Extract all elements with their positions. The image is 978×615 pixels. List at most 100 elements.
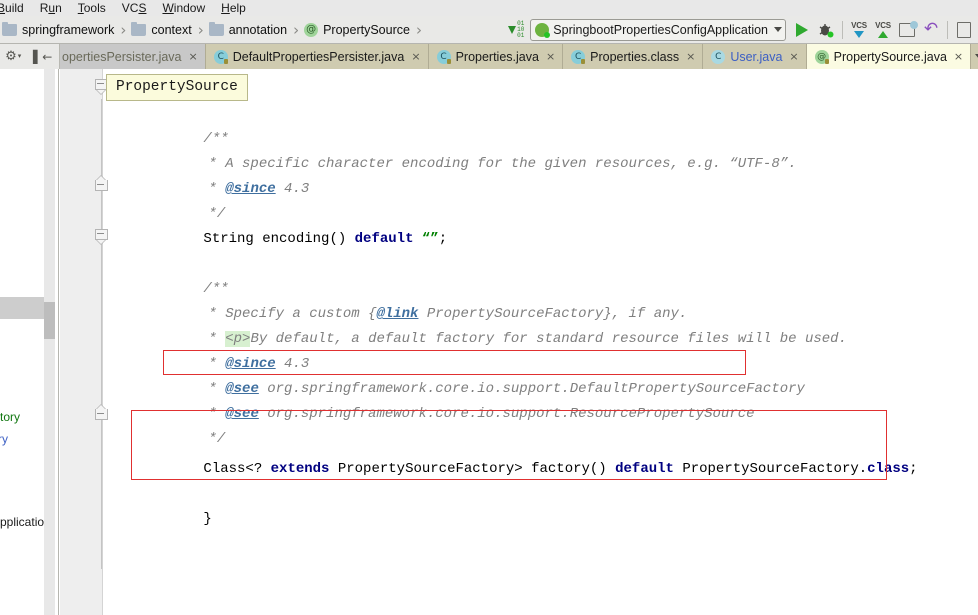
class-file-icon: C: [213, 49, 228, 64]
folder-icon: [2, 21, 17, 36]
code-line: /**: [153, 252, 228, 297]
project-tree-item[interactable]: Applicatio: [0, 515, 44, 529]
editor-tab-4[interactable]: C User.java ×: [703, 44, 807, 69]
run-button[interactable]: [791, 19, 813, 41]
vcs-commit-button[interactable]: VCS: [872, 19, 894, 41]
editor-tab-3[interactable]: C Properties.class ×: [563, 44, 704, 69]
breadcrumb-label: context: [151, 22, 192, 37]
editor-tab-label: Properties.java: [455, 49, 539, 64]
column-button[interactable]: [953, 19, 975, 41]
editor-tab-label: User.java: [730, 49, 783, 64]
menu-item-build[interactable]: Build: [0, 0, 33, 16]
project-panel-scrollbar[interactable]: [44, 69, 55, 615]
menu-item-help[interactable]: Help: [221, 0, 255, 16]
code-line: * @see org.springframework.core.io.suppo…: [158, 352, 805, 397]
tab-gutter-tools: ⚙ ▾ ▌←: [0, 44, 60, 69]
close-icon[interactable]: ×: [954, 51, 963, 62]
breadcrumb-separator: ›: [415, 20, 422, 39]
menu-item-build-label: uild: [5, 1, 24, 15]
editor-tab-1[interactable]: C DefaultPropertiesPersister.java ×: [205, 44, 429, 69]
breadcrumb-item-springframework[interactable]: springframework: [2, 16, 114, 44]
code-editor[interactable]: /** * A specific character encoding for …: [60, 69, 978, 615]
menu-item-vcs[interactable]: VCS: [122, 0, 156, 16]
editor-tab-label: Properties.class: [590, 49, 680, 64]
editor-gutter[interactable]: [60, 69, 108, 615]
close-icon[interactable]: ×: [189, 51, 198, 62]
debug-icon: [819, 23, 834, 37]
breadcrumb-separator: ›: [197, 20, 204, 39]
run-configuration-selector[interactable]: SpringbootPropertiesConfigApplication: [530, 18, 786, 41]
code-text-area[interactable]: /** * A specific character encoding for …: [104, 69, 978, 615]
editor-tab-5[interactable]: @ PropertySource.java ×: [806, 44, 972, 69]
folder-icon: [131, 21, 147, 36]
collapse-all-icon[interactable]: ▌←: [33, 50, 52, 64]
breadcrumb-item-propertysource[interactable]: @ PropertySource: [304, 16, 410, 44]
keyword-class: class: [867, 461, 910, 477]
fold-region-line: [101, 99, 102, 569]
revert-undo-icon: ↶: [923, 19, 939, 39]
class-file-icon: C: [571, 49, 586, 64]
vcs-update-button[interactable]: VCS: [848, 19, 870, 41]
code-span: PropertySourceFactory> factory(): [329, 461, 616, 477]
arrow-down-icon: [854, 30, 864, 38]
code-line: * @since 4.3: [158, 327, 309, 372]
code-line: /**: [153, 102, 228, 147]
close-icon[interactable]: ×: [789, 51, 798, 62]
toolbar-divider: [947, 20, 948, 39]
code-line: * Specify a custom {@link PropertySource…: [158, 277, 687, 322]
editor-tab-bar: ⚙ ▾ ▌← opertiesPersister.java × C Default…: [0, 44, 978, 69]
code-line: * @see org.springframework.core.io.suppo…: [158, 377, 754, 422]
debug-button[interactable]: [815, 19, 837, 41]
project-tree-item[interactable]: ctory: [0, 432, 8, 446]
arrow-up-icon: [878, 30, 888, 38]
annotation-file-icon: @: [814, 49, 829, 64]
project-panel-divider[interactable]: [55, 69, 59, 615]
javadoc-tag-since[interactable]: @since: [225, 181, 275, 197]
keyword-default: default: [354, 231, 414, 247]
code-span: [413, 231, 421, 247]
toolbar-divider: [842, 20, 843, 39]
class-file-icon: C: [436, 49, 451, 64]
project-tree-item[interactable]: Factory: [0, 410, 20, 424]
code-span: org.springframework.core.io.support.Reso…: [258, 406, 755, 422]
class-file-icon: C: [711, 49, 726, 64]
revert-button[interactable]: ↶: [920, 19, 942, 41]
close-icon[interactable]: ×: [546, 51, 555, 62]
menu-item-run[interactable]: Run: [40, 0, 71, 16]
menu-item-tools[interactable]: Tools: [78, 0, 115, 16]
breadcrumb-item-context[interactable]: context: [131, 16, 192, 44]
tab-overflow-button[interactable]: [971, 44, 978, 69]
code-line: * @since 4.3: [158, 152, 309, 197]
chevron-down-icon[interactable]: [774, 27, 782, 32]
javadoc-tag-see[interactable]: @see: [225, 406, 259, 422]
show-diff-button[interactable]: [896, 19, 918, 41]
compile-binary-icon[interactable]: 01 10 01: [505, 19, 527, 41]
breadcrumb: springframework › context › annotation ›…: [0, 16, 427, 44]
editor-tab-label: DefaultPropertiesPersister.java: [232, 49, 405, 64]
editor-tab-2[interactable]: C Properties.java ×: [428, 44, 564, 69]
code-span: By default, a default factory for standa…: [250, 331, 847, 347]
code-span: ;: [438, 231, 448, 247]
code-line: */: [158, 402, 225, 447]
gear-icon[interactable]: ⚙ ▾: [5, 50, 21, 63]
close-icon[interactable]: ×: [411, 51, 420, 62]
code-span: 4.3: [275, 181, 310, 197]
string-literal: “”: [421, 231, 439, 247]
annotation-icon: @: [304, 22, 319, 37]
code-span: PropertySourceFactory.: [673, 461, 868, 477]
breadcrumb-item-annotation[interactable]: annotation: [208, 16, 287, 44]
breadcrumb-hover-tooltip: PropertySource: [106, 74, 248, 101]
column-icon: [957, 21, 971, 38]
menu-item-window[interactable]: Window: [162, 0, 214, 16]
close-icon[interactable]: ×: [686, 51, 695, 62]
editor-tab-0[interactable]: opertiesPersister.java ×: [60, 44, 206, 69]
show-diff-icon: [899, 20, 918, 37]
code-line: String encoding() default “”;: [153, 202, 447, 247]
folder-icon: [208, 21, 224, 36]
code-line: */: [158, 177, 225, 222]
scrollbar-thumb[interactable]: [44, 302, 55, 339]
navigation-bar: springframework › context › annotation ›…: [0, 16, 978, 44]
keyword-default: default: [615, 461, 674, 477]
editor-tab-label: opertiesPersister.java: [62, 49, 182, 64]
code-line: * A specific character encoding for the …: [158, 127, 796, 172]
